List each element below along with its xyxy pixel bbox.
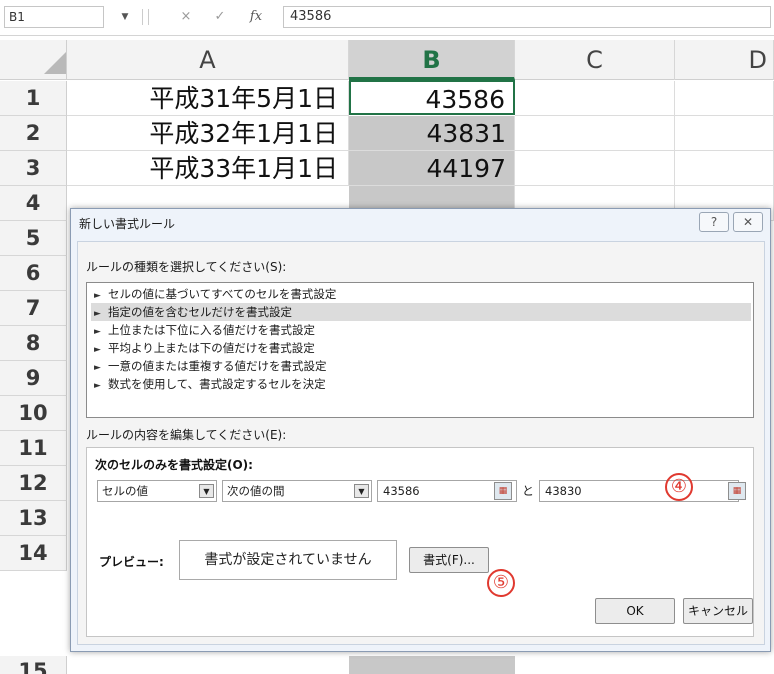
cell-b15-partial	[349, 656, 515, 674]
row-header-10[interactable]: 10	[0, 396, 67, 431]
cell-c2[interactable]	[515, 116, 675, 151]
column-header-row: A B C D	[0, 40, 774, 80]
cell-a2[interactable]: 平成32年1月1日	[67, 116, 349, 151]
arrow-right-icon: ►	[94, 381, 101, 391]
formula-bar-divider	[142, 9, 143, 25]
row-header-12[interactable]: 12	[0, 466, 67, 501]
row-header-4[interactable]: 4	[0, 186, 67, 221]
range-picker-icon[interactable]: ▦	[494, 482, 512, 500]
row-header-15-partial: 15	[0, 656, 67, 674]
cancel-edit-icon[interactable]: ×	[176, 6, 196, 28]
row-header-2[interactable]: 2	[0, 116, 67, 151]
cell-d2[interactable]	[675, 116, 774, 151]
cell-d3[interactable]	[675, 151, 774, 186]
row-header-7[interactable]: 7	[0, 291, 67, 326]
dialog-body: ルールの種類を選択してください(S): ► セルの値に基づいてすべてのセルを書式設…	[77, 241, 765, 645]
help-button[interactable]: ?	[699, 212, 729, 232]
cancel-button[interactable]: キャンセル	[683, 598, 753, 624]
dialog-title: 新しい書式ルール	[79, 217, 176, 231]
rule-type-item[interactable]: ► 数式を使用して、書式設定するセルを決定	[91, 375, 751, 393]
rule-type-item[interactable]: ► セルの値に基づいてすべてのセルを書式設定	[91, 285, 751, 303]
rule-type-label: ルールの種類を選択してください(S):	[86, 260, 287, 274]
row-header-3[interactable]: 3	[0, 151, 67, 186]
preview-box: 書式が設定されていません	[179, 540, 397, 580]
row-header-9[interactable]: 9	[0, 361, 67, 396]
column-header-d[interactable]: D	[675, 40, 774, 80]
cell-a3[interactable]: 平成33年1月1日	[67, 151, 349, 186]
callout-marker-5: ⑤	[487, 569, 515, 597]
column-header-b[interactable]: B	[349, 40, 515, 80]
row-header-6[interactable]: 6	[0, 256, 67, 291]
formula-bar: B1 ▼ × ✓ fx 43586	[0, 0, 774, 36]
ok-button[interactable]: OK	[595, 598, 675, 624]
formula-input[interactable]: 43586	[283, 6, 771, 28]
and-label: と	[522, 484, 535, 498]
name-box[interactable]: B1	[4, 6, 104, 28]
name-box-dropdown-icon[interactable]: ▼	[118, 6, 132, 28]
cell-b1[interactable]: 43586	[349, 80, 515, 115]
cell-b3[interactable]: 44197	[349, 151, 515, 186]
cell-a1[interactable]: 平成31年5月1日	[67, 81, 349, 116]
enter-edit-icon[interactable]: ✓	[210, 6, 230, 28]
row-header-8[interactable]: 8	[0, 326, 67, 361]
edit-rule-panel: 次のセルのみを書式設定(O): セルの値 ▼ 次の値の間 ▼ 43586 ▦ と…	[86, 447, 754, 637]
select-all-triangle-icon	[44, 52, 66, 74]
operator-select[interactable]: 次の値の間 ▼	[222, 480, 372, 502]
rule-type-item[interactable]: ► 上位または下位に入る値だけを書式設定	[91, 321, 751, 339]
cell-c1[interactable]	[515, 81, 675, 116]
chevron-down-icon[interactable]: ▼	[199, 484, 214, 498]
cell-b2[interactable]: 43831	[349, 116, 515, 151]
column-header-c[interactable]: C	[515, 40, 675, 80]
row-header-14[interactable]: 14	[0, 536, 67, 571]
row-header-5[interactable]: 5	[0, 221, 67, 256]
range-picker-icon[interactable]: ▦	[728, 482, 746, 500]
cell-c3[interactable]	[515, 151, 675, 186]
row-header-11[interactable]: 11	[0, 431, 67, 466]
close-button[interactable]: ✕	[733, 212, 763, 232]
column-header-a[interactable]: A	[67, 40, 349, 80]
cell-d1[interactable]	[675, 81, 774, 116]
row-header-1[interactable]: 1	[0, 81, 67, 116]
formula-bar-divider	[148, 9, 149, 25]
row-header-13[interactable]: 13	[0, 501, 67, 536]
preview-label: プレビュー:	[99, 555, 164, 569]
rule-type-item[interactable]: ► 一意の値または重複する値だけを書式設定	[91, 357, 751, 375]
rule-type-list: ► セルの値に基づいてすべてのセルを書式設定 ► 指定の値を含むセルだけを書式設定 …	[86, 282, 754, 418]
format-button[interactable]: 書式(F)...	[409, 547, 489, 573]
rule-type-item[interactable]: ► 平均より上または下の値だけを書式設定	[91, 339, 751, 357]
insert-function-icon[interactable]: fx	[246, 6, 266, 28]
condition-type-select[interactable]: セルの値 ▼	[97, 480, 217, 502]
chevron-down-icon[interactable]: ▼	[354, 484, 369, 498]
callout-marker-4: ④	[665, 473, 693, 501]
new-format-rule-dialog: 新しい書式ルール ? ✕ ルールの種類を選択してください(S): ► セルの値に基…	[70, 208, 771, 652]
format-only-cells-heading: 次のセルのみを書式設定(O):	[95, 458, 253, 472]
value2-input[interactable]: 43830	[539, 480, 739, 502]
rule-type-item-selected[interactable]: ► 指定の値を含むセルだけを書式設定	[91, 303, 751, 321]
edit-rule-label: ルールの内容を編集してください(E):	[86, 428, 287, 442]
